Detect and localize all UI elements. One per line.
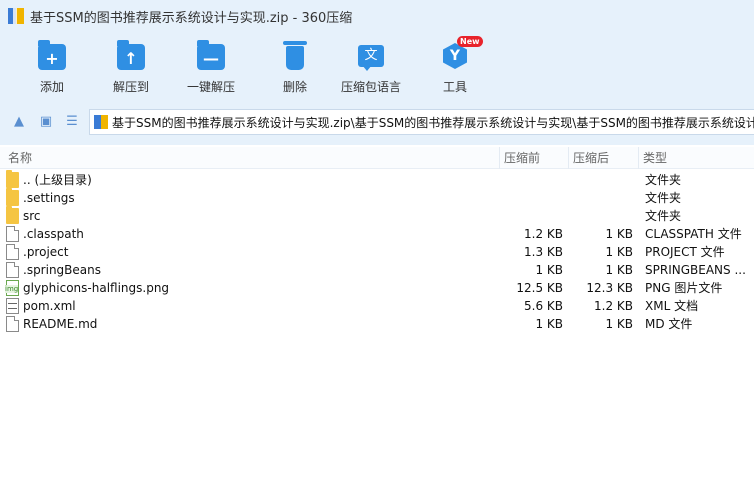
trash-icon [279,40,311,72]
address-bar[interactable]: 基于SSM的图书推荐展示系统设计与实现.zip\基于SSM的图书推荐展示系统设计… [89,109,754,135]
folder-icon [6,188,19,206]
file-size: 12.5 KB [516,281,563,295]
column-header-name[interactable]: 名称 [4,147,500,169]
file-type: 文件夹 [645,191,682,205]
file-type: SPRINGBEANS ... [645,263,746,277]
list-view-icon[interactable]: ☰ [64,114,80,130]
title-bar: 基于SSM的图书推荐展示系统设计与实现.zip - 360压缩 [0,0,754,32]
xml-file-icon [6,298,19,314]
file-name: .settings [23,191,75,205]
file-size: 1 KB [535,263,563,277]
file-name: .classpath [23,227,84,241]
file-name: .springBeans [23,263,101,277]
file-row[interactable]: img glyphicons-halflings.png 12.5 KB 12.… [0,279,754,297]
navigation-bar: ▲ ▣ ☰ 基于SSM的图书推荐展示系统设计与实现.zip\基于SSM的图书推荐… [0,108,754,136]
window-title: 基于SSM的图书推荐展示系统设计与实现.zip - 360压缩 [30,10,353,26]
file-name: src [23,209,41,223]
app-window: 基于SSM的图书推荐展示系统设计与实现.zip - 360压缩 + 添加 ↑ 解… [0,0,754,485]
file-name: README.md [23,317,98,331]
top-panel: 基于SSM的图书推荐展示系统设计与实现.zip - 360压缩 + 添加 ↑ 解… [0,0,754,145]
file-name: pom.xml [23,299,76,313]
archive-language-button-label: 压缩包语言 [341,80,402,94]
file-packed-size: 1 KB [605,227,633,241]
file-row[interactable]: .springBeans 1 KB 1 KB SPRINGBEANS ... [0,261,754,279]
app-logo-icon [8,8,24,24]
folder-icon [6,170,19,188]
file-type: PROJECT 文件 [645,245,725,259]
file-icon [6,316,19,332]
file-row[interactable]: .project 1.3 KB 1 KB PROJECT 文件 [0,243,754,261]
file-icon [6,262,19,278]
file-row[interactable]: README.md 1 KB 1 KB MD 文件 [0,315,754,333]
column-header-packed[interactable]: 压缩后 [569,147,639,169]
file-name: .. (上级目录) [23,173,92,187]
address-path: 基于SSM的图书推荐展示系统设计与实现.zip\基于SSM的图书推荐展示系统设计… [112,115,754,130]
column-header-type[interactable]: 类型 [639,147,754,169]
file-size: 1 KB [535,317,563,331]
one-click-extract-button-label: 一键解压 [187,80,236,94]
folder-icon [6,206,19,224]
file-icon [6,226,19,242]
file-row[interactable]: pom.xml 5.6 KB 1.2 KB XML 文档 [0,297,754,315]
image-file-icon: img [5,280,19,296]
extract-to-icon: ↑ [115,40,147,72]
file-type: 文件夹 [645,209,682,223]
file-row[interactable]: .settings 文件夹 [0,188,754,207]
file-size: 1.3 KB [524,245,563,259]
file-type: PNG 图片文件 [645,281,723,295]
file-type: MD 文件 [645,317,693,331]
add-button-label: 添加 [39,80,64,94]
file-row[interactable]: .. (上级目录) 文件夹 [0,170,754,189]
delete-button-label: 删除 [282,80,307,94]
zip-archive-icon [94,115,108,129]
one-click-extract-icon: — [195,40,227,72]
file-type: 文件夹 [645,173,682,187]
one-click-extract-button[interactable]: — 一键解压 [187,38,235,100]
add-icon: + [36,40,68,72]
tools-button[interactable]: Y New 工具 [439,36,483,100]
file-row[interactable]: .classpath 1.2 KB 1 KB CLASSPATH 文件 [0,225,754,243]
add-button[interactable]: + 添加 [36,38,68,100]
tools-button-label: 工具 [442,80,467,94]
file-row[interactable]: src 文件夹 [0,206,754,225]
file-packed-size: 12.3 KB [586,281,633,295]
column-header-size[interactable]: 压缩前 [500,147,569,169]
file-packed-size: 1 KB [605,263,633,277]
toolbar: + 添加 ↑ 解压到 — 一键解压 删除 文 压缩包语言 Y New 工具 [0,36,754,100]
archive-language-button[interactable]: 文 压缩包语言 [341,38,401,100]
file-list: 名称 压缩前 压缩后 类型 .. (上级目录) 文件夹 .settings 文件… [0,145,754,485]
file-name: glyphicons-halflings.png [23,281,170,295]
delete-button[interactable]: 删除 [279,38,311,100]
file-packed-size: 1 KB [605,245,633,259]
up-arrow-icon[interactable]: ▲ [11,114,27,130]
file-packed-size: 1.2 KB [594,299,633,313]
file-packed-size: 1 KB [605,317,633,331]
file-icon [6,244,19,260]
extract-to-button[interactable]: ↑ 解压到 [113,38,149,100]
file-name: .project [23,245,69,259]
extract-to-button-label: 解压到 [113,80,150,94]
list-header: 名称 压缩前 压缩后 类型 [0,147,754,169]
language-icon: 文 [355,40,387,72]
file-type: CLASSPATH 文件 [645,227,742,241]
new-badge: New [457,36,483,47]
file-type: XML 文档 [645,299,699,313]
thumbnail-view-icon[interactable]: ▣ [38,114,54,130]
tools-icon: Y New [439,36,483,72]
file-size: 5.6 KB [524,299,563,313]
file-size: 1.2 KB [524,227,563,241]
